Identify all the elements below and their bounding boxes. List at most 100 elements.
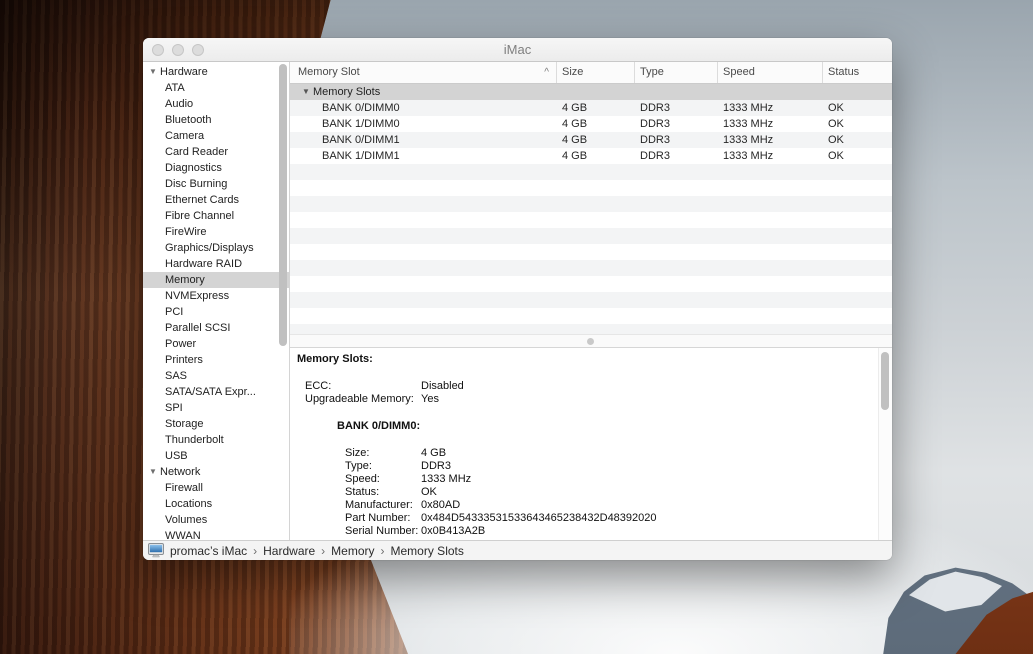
sidebar-item-diagnostics[interactable]: Diagnostics [143, 160, 289, 176]
breadcrumb-hardware[interactable]: Hardware [263, 544, 315, 558]
table-body: BANK 0/DIMM0 4 GB DDR3 1333 MHz OK BANK … [290, 100, 892, 334]
detail-field: Status:OK [297, 486, 872, 499]
detail-content: Memory Slots: ECC:Disabled Upgradeable M… [290, 348, 892, 538]
system-information-window: iMac ▼Hardware ATA Audio Bluetooth Camer… [143, 38, 892, 560]
sidebar-item-hardware-raid[interactable]: Hardware RAID [143, 256, 289, 272]
detail-field-value: 4 GB [421, 447, 446, 459]
detail-field-label: Part Number: [345, 512, 421, 525]
table-row[interactable]: BANK 0/DIMM0 4 GB DDR3 1333 MHz OK [290, 100, 892, 116]
detail-field-value: 1333 MHz [421, 473, 471, 485]
sidebar-item-ata[interactable]: ATA [143, 80, 289, 96]
disclosure-triangle-icon[interactable]: ▼ [149, 64, 160, 80]
column-header-memory-slot[interactable]: Memory Slot^ [290, 62, 557, 83]
sidebar-item-card-reader[interactable]: Card Reader [143, 144, 289, 160]
computer-icon [148, 543, 165, 558]
cell-type: DDR3 [635, 100, 718, 116]
detail-field-label: Serial Number: [345, 525, 421, 538]
sidebar-item-usb[interactable]: USB [143, 448, 289, 464]
detail-field-label: Status: [345, 486, 421, 499]
breadcrumb-separator: › [381, 544, 385, 558]
column-header-size[interactable]: Size [557, 62, 635, 83]
column-header-status[interactable]: Status [823, 62, 892, 83]
breadcrumb-separator: › [253, 544, 257, 558]
sidebar-group-label: Network [160, 466, 200, 478]
detail-field-value: 0x80AD [421, 499, 460, 511]
breadcrumb-memory-slots[interactable]: Memory Slots [391, 544, 464, 558]
table-row[interactable]: BANK 1/DIMM1 4 GB DDR3 1333 MHz OK [290, 148, 892, 164]
splitter-handle-icon[interactable] [587, 338, 594, 345]
cell-size: 4 GB [557, 116, 635, 132]
detail-field-label: Type: [345, 460, 421, 473]
detail-field-label: Size: [345, 447, 421, 460]
cell-type: DDR3 [635, 132, 718, 148]
sidebar-item-fibre-channel[interactable]: Fibre Channel [143, 208, 289, 224]
disclosure-triangle-icon[interactable]: ▼ [149, 464, 160, 480]
sidebar-item-graphics-displays[interactable]: Graphics/Displays [143, 240, 289, 256]
cell-memory-slot: BANK 1/DIMM0 [290, 116, 557, 132]
detail-field: ECC:Disabled [297, 380, 872, 393]
detail-field: Part Number:0x484D5433353153364346523843… [297, 512, 872, 525]
cell-type: DDR3 [635, 116, 718, 132]
sidebar-item-camera[interactable]: Camera [143, 128, 289, 144]
detail-field-label: Manufacturer: [345, 499, 421, 512]
cell-status: OK [823, 100, 892, 116]
pane-splitter[interactable] [290, 334, 892, 348]
sidebar-item-sata-express[interactable]: SATA/SATA Expr... [143, 384, 289, 400]
sidebar-group-hardware[interactable]: ▼Hardware [143, 64, 289, 80]
detail-field-label: Upgradeable Memory: [305, 393, 421, 406]
sidebar-item-pci[interactable]: PCI [143, 304, 289, 320]
window-content: ▼Hardware ATA Audio Bluetooth Camera Car… [143, 62, 892, 540]
detail-field: Size:4 GB [297, 447, 872, 460]
sidebar-item-memory[interactable]: Memory [143, 272, 289, 288]
sidebar-scrollbar[interactable] [279, 64, 287, 346]
sidebar-item-ethernet-cards[interactable]: Ethernet Cards [143, 192, 289, 208]
detail-field-value: OK [421, 486, 437, 498]
table-row[interactable]: BANK 0/DIMM1 4 GB DDR3 1333 MHz OK [290, 132, 892, 148]
detail-field: Type:DDR3 [297, 460, 872, 473]
cell-memory-slot: BANK 1/DIMM1 [290, 148, 557, 164]
cell-memory-slot: BANK 0/DIMM1 [290, 132, 557, 148]
detail-field-value: Disabled [421, 380, 464, 392]
column-header-speed[interactable]: Speed [718, 62, 823, 83]
disclosure-triangle-icon[interactable]: ▼ [302, 84, 313, 100]
detail-field-label: ECC: [305, 380, 421, 393]
cell-memory-slot: BANK 0/DIMM0 [290, 100, 557, 116]
sidebar-item-spi[interactable]: SPI [143, 400, 289, 416]
sidebar-item-disc-burning[interactable]: Disc Burning [143, 176, 289, 192]
column-header-type[interactable]: Type [635, 62, 718, 83]
sidebar-item-thunderbolt[interactable]: Thunderbolt [143, 432, 289, 448]
sidebar-item-audio[interactable]: Audio [143, 96, 289, 112]
sidebar-item-sas[interactable]: SAS [143, 368, 289, 384]
sidebar-item-firewire[interactable]: FireWire [143, 224, 289, 240]
cell-status: OK [823, 116, 892, 132]
breadcrumb-computer[interactable]: promac’s iMac [170, 544, 247, 558]
detail-scrollbar-track[interactable] [878, 348, 892, 540]
cell-status: OK [823, 132, 892, 148]
sidebar-item-storage[interactable]: Storage [143, 416, 289, 432]
table-group-row[interactable]: ▼Memory Slots [290, 84, 892, 100]
window-title: iMac [143, 38, 892, 62]
detail-field: Upgradeable Memory:Yes [297, 393, 872, 406]
sidebar-group-network[interactable]: ▼Network [143, 464, 289, 480]
breadcrumb-separator: › [321, 544, 325, 558]
sidebar-item-bluetooth[interactable]: Bluetooth [143, 112, 289, 128]
sidebar-item-parallel-scsi[interactable]: Parallel SCSI [143, 320, 289, 336]
breadcrumb-memory[interactable]: Memory [331, 544, 374, 558]
sidebar-item-nvmexpress[interactable]: NVMExpress [143, 288, 289, 304]
detail-field: Speed:1333 MHz [297, 473, 872, 486]
cell-speed: 1333 MHz [718, 148, 823, 164]
cell-speed: 1333 MHz [718, 116, 823, 132]
detail-scrollbar-thumb[interactable] [881, 352, 889, 410]
sidebar-group-label: Hardware [160, 66, 208, 78]
sidebar-item-printers[interactable]: Printers [143, 352, 289, 368]
sidebar-item-power[interactable]: Power [143, 336, 289, 352]
main-pane: Memory Slot^ Size Type Speed Status ▼Mem… [290, 62, 892, 540]
sidebar-item-volumes[interactable]: Volumes [143, 512, 289, 528]
table-row[interactable]: BANK 1/DIMM0 4 GB DDR3 1333 MHz OK [290, 116, 892, 132]
sort-ascending-icon: ^ [544, 62, 549, 83]
sidebar-item-locations[interactable]: Locations [143, 496, 289, 512]
sidebar-item-wwan[interactable]: WWAN [143, 528, 289, 540]
cell-size: 4 GB [557, 100, 635, 116]
title-bar[interactable]: iMac [143, 38, 892, 62]
sidebar-item-firewall[interactable]: Firewall [143, 480, 289, 496]
